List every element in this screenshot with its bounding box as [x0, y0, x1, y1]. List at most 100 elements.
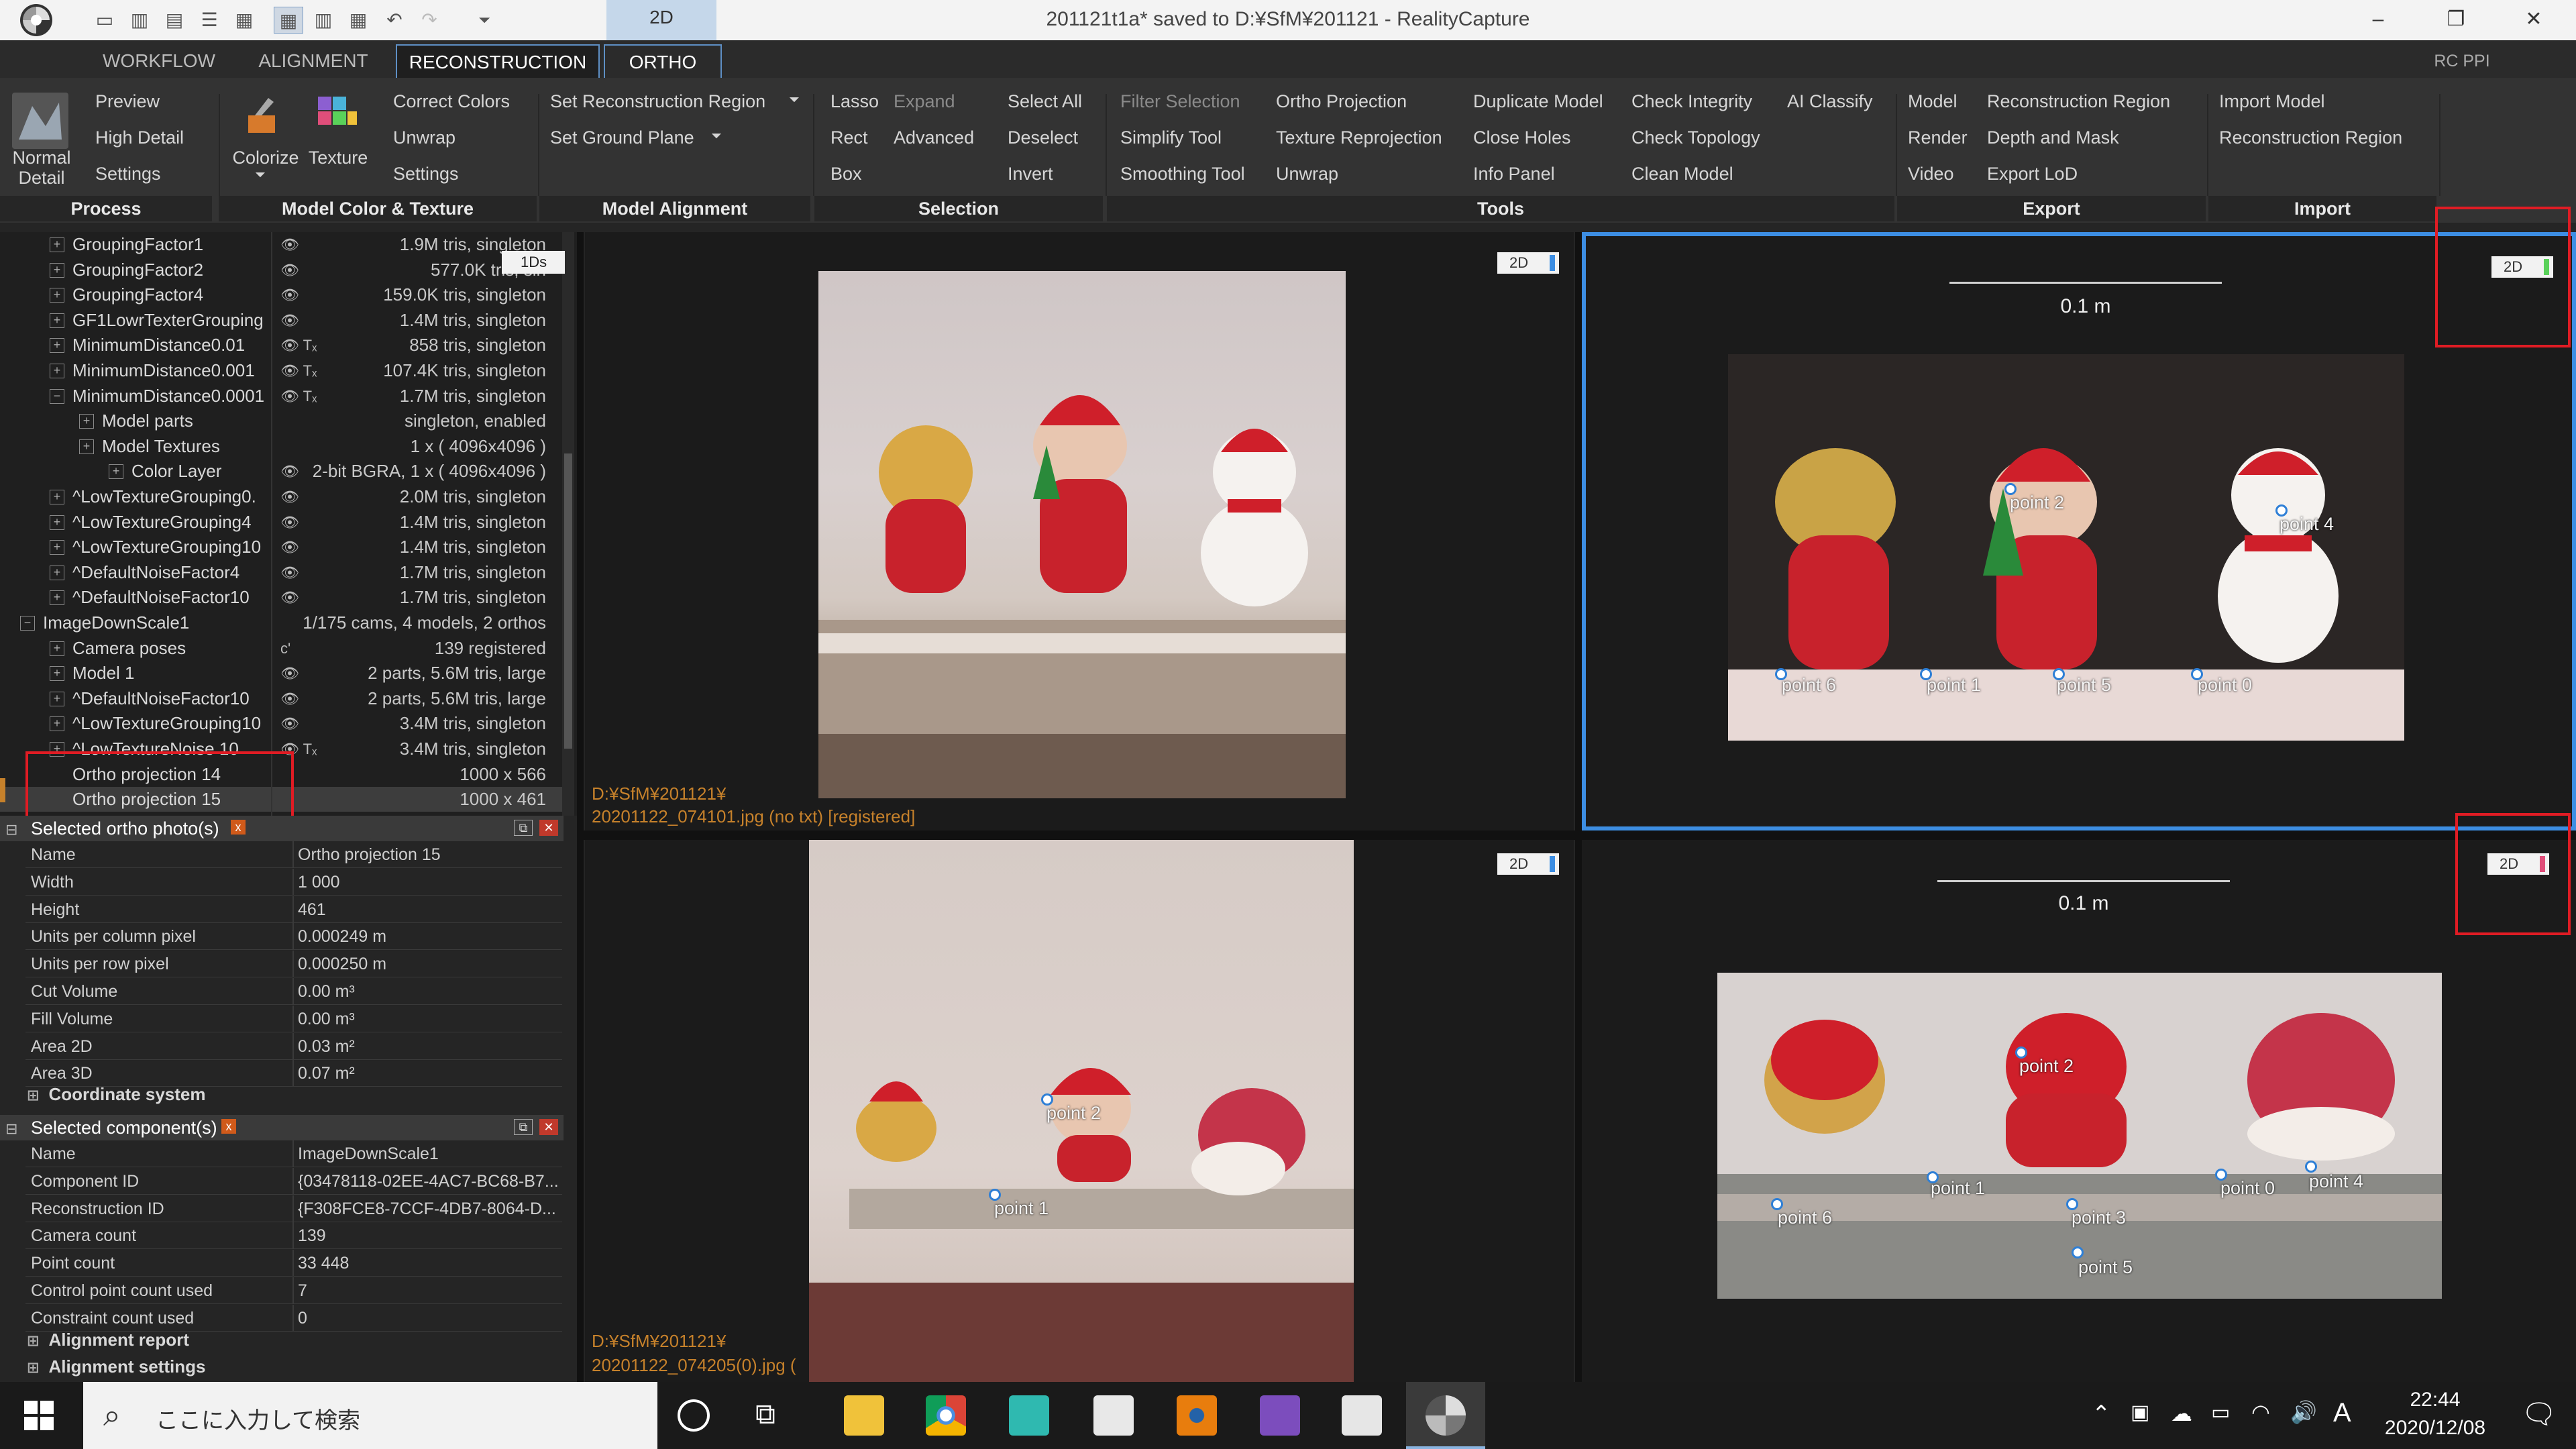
coordinate-system-section[interactable]: ⊞ Coordinate system — [27, 1084, 206, 1105]
import-model-button[interactable]: Import Model — [2219, 91, 2325, 112]
process-settings-button[interactable]: Settings — [95, 164, 161, 184]
duplicate-model-button[interactable]: Duplicate Model — [1473, 91, 1603, 112]
tab-alignment[interactable]: ALIGNMENT — [241, 44, 385, 78]
visibility-eye-icon[interactable]: 👁 Tₓ — [280, 358, 317, 383]
tray-chevron-icon[interactable]: ⌃ — [2092, 1401, 2111, 1428]
blender-icon[interactable] — [1177, 1395, 1217, 1436]
close-button[interactable]: ✕ — [2497, 0, 2571, 40]
property-row[interactable]: Component ID {03478118-02EE-4AC7-BC68-B7.… — [25, 1167, 562, 1195]
restore-button[interactable]: ❐ — [2419, 0, 2493, 40]
tree-row[interactable]: + ^LowTextureGrouping0. 👁 2.0M tris, single… — [0, 484, 564, 509]
texture-reprojection-button[interactable]: Texture Reprojection — [1276, 127, 1442, 148]
tree-row[interactable]: + ^DefaultNoiseFactor10 👁 1.7M tris, single… — [0, 585, 564, 610]
close-panel-icon[interactable]: ✕ — [539, 820, 558, 836]
set-reconstruction-region-button[interactable]: Set Reconstruction Region — [550, 91, 765, 112]
clean-model-button[interactable]: Clean Model — [1631, 164, 1733, 184]
task-view-icon[interactable]: ⧉ — [755, 1398, 775, 1431]
tree-row[interactable]: + MinimumDistance0.01 👁 Tₓ 858 tris, single… — [0, 333, 564, 358]
correct-colors-button[interactable]: Correct Colors — [393, 91, 510, 112]
property-row[interactable]: Control point count used 7 — [25, 1277, 562, 1304]
tree-row[interactable]: + Model parts singleton, enabled — [0, 409, 564, 433]
property-row[interactable]: Height 461 — [25, 896, 562, 923]
viewport-2d-badge-3[interactable]: 2D — [1497, 853, 1559, 875]
visibility-eye-icon[interactable]: 👁 — [280, 535, 299, 559]
colorize-button[interactable]: Colorize — [227, 148, 305, 168]
file-explorer-icon[interactable] — [844, 1395, 884, 1436]
normal-detail-button[interactable]: Normal Detail — [8, 148, 75, 188]
expand-toggle-icon[interactable]: + — [50, 313, 64, 328]
tree-row[interactable]: + GF1LowrTexterGrouping 👁 1.4M tris, single… — [0, 308, 564, 333]
expand-toggle-icon[interactable]: + — [50, 590, 64, 606]
clock-date[interactable]: 2020/12/08 — [2368, 1417, 2502, 1440]
cortana-icon[interactable] — [678, 1399, 710, 1432]
tree-row[interactable]: − ImageDownScale1 1/175 cams, 4 models, 2 … — [0, 610, 564, 635]
windows-start-icon[interactable] — [23, 1399, 55, 1432]
tray-device-icon[interactable]: ▣ — [2131, 1401, 2149, 1424]
volume-icon[interactable]: 🔊 — [2290, 1399, 2317, 1425]
expand-button[interactable]: Expand — [894, 91, 955, 112]
visibility-eye-icon[interactable]: 👁 — [280, 560, 299, 585]
tree-row[interactable]: + Camera poses c' 139 registered — [0, 636, 564, 661]
visibility-eye-icon[interactable]: 👁 — [280, 711, 299, 736]
set-region-dropdown-icon[interactable]: ⏷ — [789, 93, 800, 108]
visibility-eye-icon[interactable]: 👁 Tₓ — [280, 384, 317, 409]
float-panel-icon[interactable]: ⧉ — [514, 820, 533, 836]
onedrive-icon[interactable]: ☁ — [2171, 1401, 2192, 1426]
visibility-eye-icon[interactable]: 👁 — [280, 661, 299, 686]
visibility-eye-icon[interactable]: c' — [280, 636, 290, 661]
property-row[interactable]: Camera count 139 — [25, 1222, 562, 1250]
unity-icon[interactable] — [1093, 1395, 1134, 1436]
info-panel-button[interactable]: Info Panel — [1473, 164, 1555, 184]
set-ground-dropdown-icon[interactable]: ⏷ — [711, 129, 722, 144]
property-row[interactable]: Constraint count used 0 — [25, 1304, 562, 1332]
expand-toggle-icon[interactable]: + — [50, 515, 64, 530]
tree-row[interactable]: + Color Layer 👁 2-bit BGRA, 1 x ( 4096x4096… — [0, 459, 564, 484]
export-render-button[interactable]: Render — [1908, 127, 1968, 148]
property-row[interactable]: Fill Volume 0.00 m³ — [25, 1005, 562, 1032]
high-detail-button[interactable]: High Detail — [95, 127, 184, 148]
expand-toggle-icon[interactable]: + — [50, 338, 64, 354]
expand-toggle-icon[interactable]: + — [50, 691, 64, 706]
colorize-dropdown-icon[interactable]: ⏷ — [255, 168, 266, 183]
property-row[interactable]: Units per row pixel 0.000250 m — [25, 951, 562, 978]
visibility-eye-icon[interactable]: 👁 Tₓ — [280, 333, 317, 358]
tree-row[interactable]: − MinimumDistance0.0001 👁 Tₓ 1.7M tris, sin… — [0, 384, 564, 409]
splitter-horizontal[interactable] — [584, 830, 2576, 840]
color-unwrap-button[interactable]: Unwrap — [393, 127, 455, 148]
tree-row[interactable]: + ^LowTextureGrouping4 👁 1.4M tris, singlet… — [0, 510, 564, 535]
viewport-bottom-right[interactable]: 0.1 m 2D — [1582, 840, 2576, 1382]
expand-toggle-icon[interactable]: − — [50, 388, 64, 404]
expand-toggle-icon[interactable]: + — [50, 364, 64, 378]
miku-app-icon[interactable] — [1009, 1395, 1049, 1436]
export-lod-button[interactable]: Export LoD — [1987, 164, 2078, 184]
expand-toggle-icon[interactable]: + — [50, 666, 64, 682]
pin-icon[interactable]: x — [231, 820, 246, 835]
expand-toggle-icon[interactable]: + — [50, 641, 64, 656]
expand-toggle-icon[interactable]: + — [50, 288, 64, 303]
advanced-button[interactable]: Advanced — [894, 127, 974, 148]
component-close-icon[interactable]: ✕ — [539, 1119, 558, 1135]
collapse-icon[interactable]: ⊟ — [5, 821, 17, 839]
property-row[interactable]: Name ImageDownScale1 — [25, 1140, 562, 1167]
viewport-top-right[interactable]: 0.1 m 2D — [1582, 232, 2576, 830]
expand-toggle-icon[interactable]: + — [50, 565, 64, 580]
minimize-button[interactable]: – — [2341, 0, 2415, 40]
expand-toggle-icon[interactable]: + — [50, 490, 64, 504]
rect-button[interactable]: Rect — [830, 127, 868, 148]
ime-indicator[interactable]: A — [2333, 1398, 2351, 1428]
tree-row[interactable]: + Model 1 👁 2 parts, 5.6M tris, large — [0, 661, 564, 686]
lasso-button[interactable]: Lasso — [830, 91, 879, 112]
splitter-vertical-mid[interactable] — [1575, 232, 1582, 1382]
import-reconstruction-region-button[interactable]: Reconstruction Region — [2219, 127, 2402, 148]
export-video-button[interactable]: Video — [1908, 164, 1954, 184]
component-float-icon[interactable]: ⧉ — [514, 1119, 533, 1135]
preview-button[interactable]: Preview — [95, 91, 160, 112]
taskbar-search-box[interactable]: ⌕ ここに入力して検索 — [83, 1382, 657, 1449]
property-row[interactable]: Reconstruction ID {F308FCE8-7CCF-4DB7-806… — [25, 1195, 562, 1222]
simplify-tool-button[interactable]: Simplify Tool — [1120, 127, 1222, 148]
tools-unwrap-button[interactable]: Unwrap — [1276, 164, 1338, 184]
invert-button[interactable]: Invert — [1008, 164, 1053, 184]
control-point-marker[interactable] — [1771, 1198, 1783, 1210]
tab-reconstruction[interactable]: RECONSTRUCTION — [396, 44, 600, 78]
select-all-button[interactable]: Select All — [1008, 91, 1082, 112]
